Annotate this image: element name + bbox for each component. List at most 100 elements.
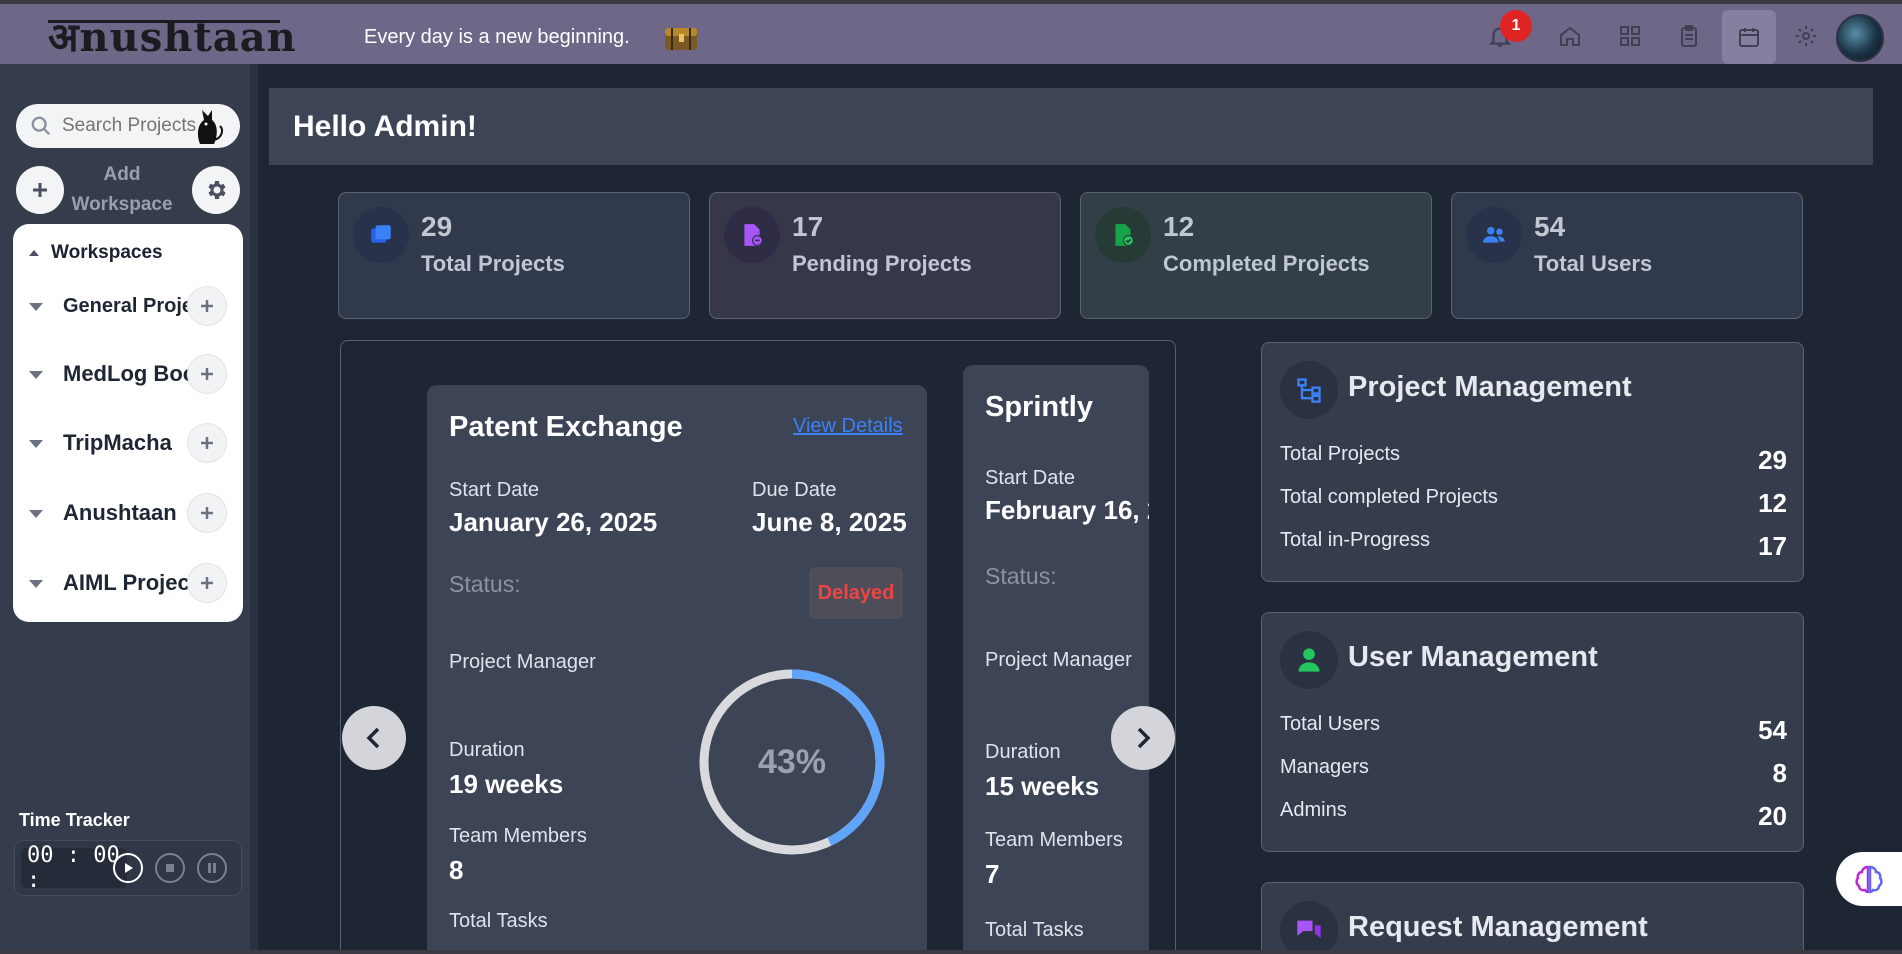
status-badge: Delayed	[809, 567, 903, 619]
workspace-name[interactable]: General Projects	[63, 295, 191, 318]
project-manager-label: Project Manager	[985, 649, 1132, 671]
pause-timer-button[interactable]	[197, 853, 227, 883]
add-project-button[interactable]	[187, 286, 227, 326]
workspace-item[interactable]: Anushtaan	[25, 491, 235, 535]
caret-down-icon	[29, 580, 43, 588]
stat-row-value: 20	[1758, 801, 1787, 831]
workspace-item[interactable]: MedLog Book	[25, 352, 235, 396]
add-project-button[interactable]	[187, 563, 227, 603]
stat-row-label: Total Users	[1280, 713, 1381, 735]
workspace-name[interactable]: AIML Projects	[63, 570, 191, 596]
project-title: Sprintly	[985, 391, 1093, 423]
caret-down-icon	[29, 510, 43, 518]
workspaces-header[interactable]: Workspaces	[27, 242, 163, 264]
add-project-button[interactable]	[187, 423, 227, 463]
duration-value: 15 weeks	[985, 771, 1100, 801]
due-date-value: June 8, 2025	[752, 507, 907, 537]
team-members-value: 7	[985, 859, 1000, 889]
plus-icon	[201, 368, 213, 380]
stat-row-value: 8	[1772, 758, 1787, 788]
home-icon[interactable]	[1552, 18, 1588, 54]
grid-icon[interactable]	[1612, 18, 1648, 54]
workspace-item[interactable]: General Projects	[25, 284, 235, 328]
caret-down-icon	[29, 371, 43, 379]
stat-value: 17	[792, 211, 824, 242]
gear-icon	[208, 181, 226, 199]
stop-timer-button[interactable]	[155, 853, 185, 883]
app-logo[interactable]: अnushtaan	[48, 18, 297, 58]
plus-icon	[201, 577, 213, 589]
status-label: Status:	[985, 563, 1057, 589]
search-icon	[31, 116, 51, 136]
plus-icon	[201, 507, 213, 519]
ai-assistant-button[interactable]	[1836, 852, 1902, 906]
stat-card-completed-projects[interactable]: 12 Completed Projects	[1080, 192, 1432, 319]
plus-icon	[201, 300, 213, 312]
workspace-panel: Workspaces General Projects MedLog Book …	[13, 224, 243, 622]
due-date-label: Due Date	[752, 479, 837, 501]
stat-label: Pending Projects	[792, 251, 972, 276]
user-icon	[1280, 631, 1338, 689]
hierarchy-icon	[1280, 361, 1338, 419]
add-project-button[interactable]	[187, 354, 227, 394]
stat-value: 12	[1163, 211, 1195, 242]
total-tasks-label: Total Tasks	[449, 910, 548, 932]
start-timer-button[interactable]	[113, 853, 143, 883]
stop-icon	[166, 864, 174, 872]
caret-down-icon	[29, 303, 43, 311]
workspace-name[interactable]: MedLog Book	[63, 361, 191, 387]
request-management-card: Request Management	[1261, 882, 1804, 954]
workspace-name[interactable]: TripMacha	[63, 430, 191, 456]
time-tracker: 00 : 00 :	[14, 840, 242, 896]
carousel-prev-button[interactable]	[342, 706, 406, 770]
team-members-label: Team Members	[449, 825, 587, 847]
treasure-chest-icon	[665, 28, 697, 50]
add-project-button[interactable]	[187, 493, 227, 533]
stat-value: 29	[421, 211, 453, 242]
notification-badge[interactable]: 1	[1500, 10, 1532, 42]
card-title: User Management	[1348, 641, 1598, 673]
plus-icon	[33, 183, 47, 197]
page-title: Hello Admin!	[293, 110, 477, 143]
workspace-settings-button[interactable]	[192, 166, 240, 214]
duration-value: 19 weeks	[449, 769, 564, 799]
stat-label: Total Projects	[421, 251, 565, 276]
stat-label: Total Users	[1534, 251, 1653, 276]
stat-card-total-projects[interactable]: 29 Total Projects	[338, 192, 690, 319]
caret-up-icon	[29, 250, 39, 256]
project-title: Patent Exchange	[449, 411, 683, 443]
play-icon	[125, 863, 133, 873]
calendar-icon[interactable]	[1722, 10, 1776, 64]
workspace-item[interactable]: TripMacha	[25, 421, 235, 465]
duration-label: Duration	[985, 741, 1061, 763]
pause-icon	[208, 863, 216, 873]
add-workspace-label[interactable]: Add Workspace	[64, 160, 180, 220]
stat-card-total-users[interactable]: 54 Total Users	[1451, 192, 1803, 319]
time-tracker-display: 00 : 00 :	[21, 843, 127, 893]
stat-label: Completed Projects	[1163, 251, 1370, 276]
workspace-name[interactable]: Anushtaan	[63, 500, 191, 526]
add-workspace-button[interactable]	[16, 166, 64, 214]
stat-row-label: Total in-Progress	[1280, 529, 1431, 551]
stat-row-label: Admins	[1280, 799, 1347, 821]
avatar[interactable]	[1836, 14, 1884, 62]
project-card: Sprintly Start Date February 16, 2 Statu…	[963, 365, 1149, 954]
project-card: Patent Exchange View Details Start Date …	[427, 385, 927, 954]
sidebar-gutter	[250, 64, 258, 954]
clipboard-icon[interactable]	[1671, 18, 1707, 54]
time-tracker-label: Time Tracker	[19, 810, 130, 830]
stat-row-label: Total completed Projects	[1280, 486, 1498, 508]
carousel-next-button[interactable]	[1111, 706, 1175, 770]
card-title: Project Management	[1348, 371, 1632, 403]
caret-down-icon	[29, 440, 43, 448]
status-label: Status:	[449, 571, 521, 597]
stat-row-value: 54	[1758, 715, 1787, 745]
projects-carousel: Patent Exchange View Details Start Date …	[340, 340, 1176, 954]
view-details-link[interactable]: View Details	[793, 415, 903, 438]
workspace-item[interactable]: AIML Projects	[25, 561, 235, 605]
stat-card-pending-projects[interactable]: 17 Pending Projects	[709, 192, 1061, 319]
gear-icon[interactable]	[1788, 18, 1824, 54]
folders-icon	[353, 207, 409, 263]
pending-file-icon	[724, 207, 780, 263]
team-members-label: Team Members	[985, 829, 1123, 851]
